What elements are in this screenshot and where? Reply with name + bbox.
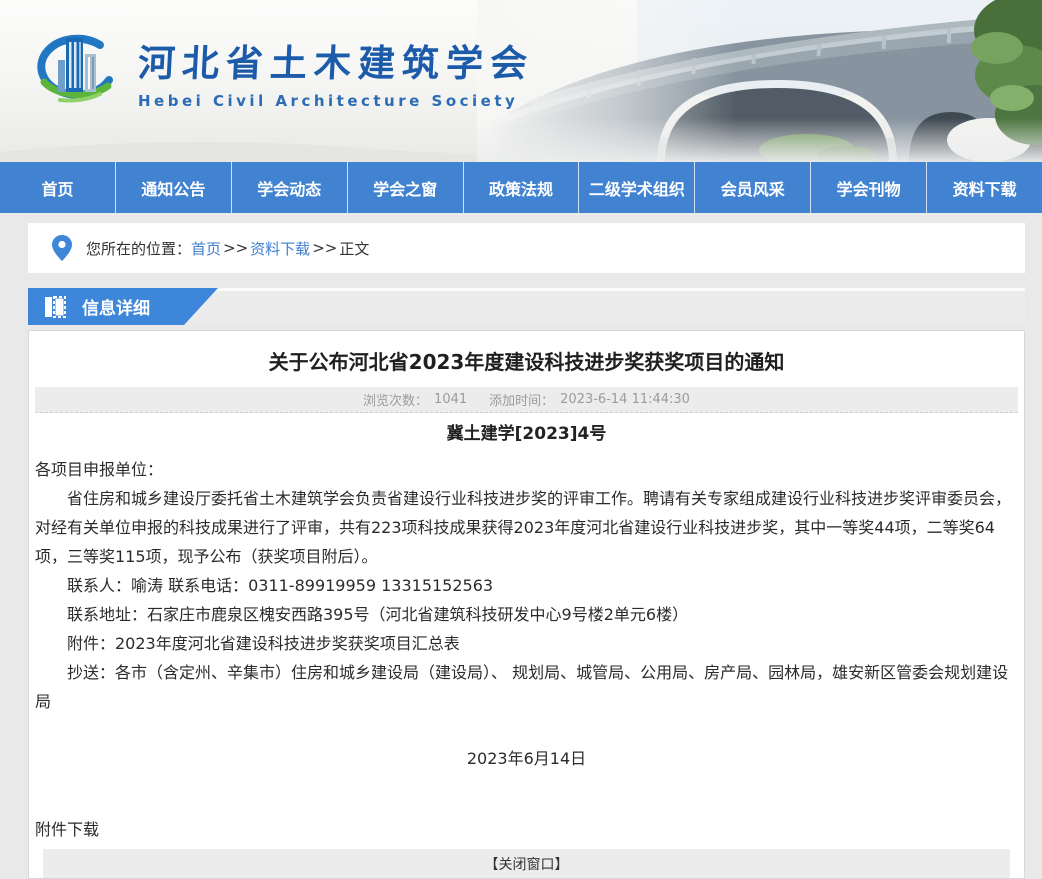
article-box: 关于公布河北省2023年度建设科技进步奖获奖项目的通知 浏览次数： 1041 添… (28, 330, 1025, 879)
article-date: 2023年6月14日 (35, 744, 1018, 773)
nav-item-downloads[interactable]: 资料下载 (927, 162, 1042, 213)
breadcrumb-separator: >> (312, 239, 337, 257)
views-count: 1041 (434, 392, 467, 407)
site-logo[interactable]: 河北省土木建筑学会 Hebei Civil Architecture Socie… (30, 28, 534, 120)
breadcrumb-category-link[interactable]: 资料下载 (250, 238, 310, 259)
attachment-download-label: 附件下载 (35, 817, 1018, 843)
section-title: 信息详细 (82, 294, 150, 319)
site-name-en: Hebei Civil Architecture Society (138, 92, 534, 110)
paragraph-attachment: 附件：2023年度河北省建设科技进步奖获奖项目汇总表 (35, 629, 1018, 658)
section-header-bar: 信息详细 (28, 288, 1025, 322)
close-window-bar: 【关闭窗口】 (43, 849, 1010, 879)
nav-item-members[interactable]: 会员风采 (695, 162, 811, 213)
views-label: 浏览次数： (363, 390, 428, 409)
section-tab: 信息详细 (28, 288, 218, 325)
added-time-value: 2023-6-14 11:44:30 (560, 392, 690, 407)
close-window-link[interactable]: 【关闭窗口】 (485, 854, 569, 874)
article-title: 关于公布河北省2023年度建设科技进步奖获奖项目的通知 (35, 347, 1018, 377)
nav-item-society-window[interactable]: 学会之窗 (348, 162, 464, 213)
breadcrumb-home-link[interactable]: 首页 (191, 238, 221, 259)
nav-item-home[interactable]: 首页 (0, 162, 116, 213)
nav-item-publications[interactable]: 学会刊物 (811, 162, 927, 213)
main-nav: 首页 通知公告 学会动态 学会之窗 政策法规 二级学术组织 会员风采 学会刊物 … (0, 162, 1042, 213)
paragraph-contact-address: 联系地址：石家庄市鹿泉区槐安西路395号（河北省建筑科技研发中心9号楼2单元6楼… (35, 600, 1018, 629)
book-icon (44, 296, 70, 318)
breadcrumb-separator: >> (223, 239, 248, 257)
content-column: 您所在的位置： 首页 >> 资料下载 >> 正文 信息详细 关于公布河北省202… (28, 223, 1025, 879)
building-swoosh-logo-icon (30, 28, 122, 120)
site-banner: 河北省土木建筑学会 Hebei Civil Architecture Socie… (0, 0, 1042, 162)
paragraph-cc: 抄送：各市（含定州、辛集市）住房和城乡建设局（建设局）、 规划局、城管局、公用局… (35, 658, 1018, 716)
breadcrumb-current: 正文 (339, 238, 369, 259)
bridge-illustration (477, 0, 1042, 162)
paragraph-contact-person: 联系人：喻涛 联系电话：0311-89919959 13315152563 (35, 571, 1018, 600)
nav-item-academic-orgs[interactable]: 二级学术组织 (579, 162, 695, 213)
document-number: 冀土建学[2023]4号 (35, 421, 1018, 447)
article-body: 各项目申报单位： 省住房和城乡建设厅委托省土木建筑学会负责省建设行业科技进步奖的… (35, 455, 1018, 716)
nav-item-notices[interactable]: 通知公告 (116, 162, 232, 213)
nav-item-policies[interactable]: 政策法规 (464, 162, 580, 213)
paragraph-main: 省住房和城乡建设厅委托省土木建筑学会负责省建设行业科技进步奖的评审工作。聘请有关… (35, 484, 1018, 571)
breadcrumb: 您所在的位置： 首页 >> 资料下载 >> 正文 (28, 223, 1025, 273)
paragraph-salutation: 各项目申报单位： (35, 455, 1018, 484)
breadcrumb-prefix: 您所在的位置： (86, 238, 191, 259)
location-pin-icon (52, 235, 72, 261)
added-time-label: 添加时间： (489, 390, 554, 409)
site-name-zh: 河北省土木建筑学会 (137, 44, 535, 85)
article-meta: 浏览次数： 1041 添加时间： 2023-6-14 11:44:30 (35, 387, 1018, 413)
nav-item-society-news[interactable]: 学会动态 (232, 162, 348, 213)
